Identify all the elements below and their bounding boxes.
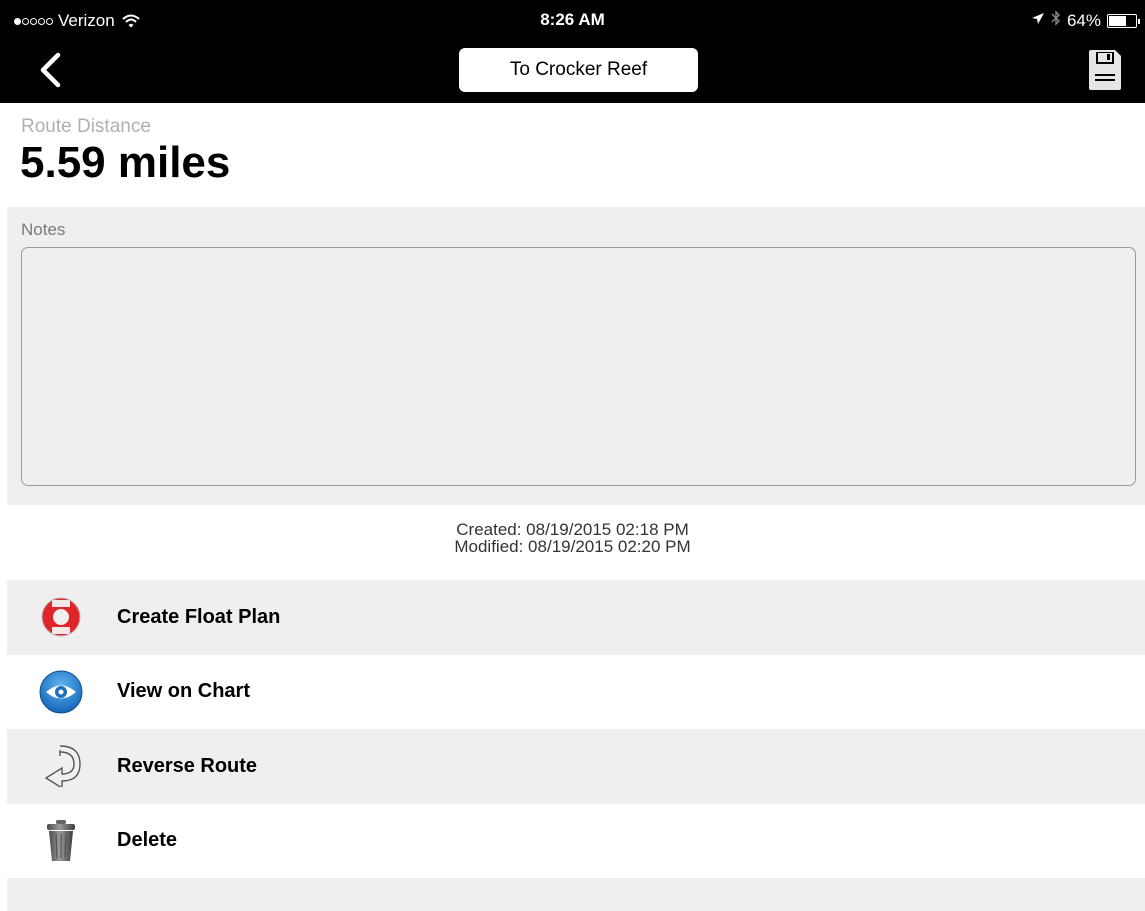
timestamps: Created: 08/19/2015 02:18 PM Modified: 0…	[0, 521, 1145, 555]
status-bar: Verizon 8:26 AM 64%	[0, 0, 1145, 40]
modified-timestamp: Modified: 08/19/2015 02:20 PM	[454, 537, 691, 556]
chevron-left-icon	[40, 52, 61, 88]
status-right: 64%	[1031, 10, 1140, 31]
action-label: View on Chart	[117, 680, 250, 703]
status-time: 8:26 AM	[540, 10, 605, 29]
trash-icon	[33, 818, 89, 864]
nav-bar: To Crocker Reef	[0, 40, 1145, 103]
route-distance-label: Route Distance	[21, 116, 151, 137]
reverse-arrow-icon	[33, 743, 89, 789]
route-distance-value: 5.59 miles	[20, 138, 231, 187]
back-button[interactable]	[30, 50, 70, 90]
action-label: Reverse Route	[117, 754, 258, 777]
bluetooth-icon	[1051, 10, 1061, 31]
route-name-field[interactable]: To Crocker Reef	[459, 48, 698, 92]
created-timestamp: Created: 08/19/2015 02:18 PM	[456, 520, 689, 539]
location-arrow-icon	[1031, 11, 1045, 31]
action-list: Create Float Plan View on Chart Reverse …	[7, 580, 1145, 878]
battery-icon	[1107, 13, 1140, 28]
battery-level	[1109, 15, 1126, 26]
eye-icon	[33, 669, 89, 715]
save-button[interactable]	[1087, 48, 1123, 92]
notes-input[interactable]	[21, 247, 1136, 486]
floppy-disk-icon	[1089, 50, 1121, 90]
create-float-plan-button[interactable]: Create Float Plan	[7, 580, 1145, 655]
life-ring-icon	[33, 594, 89, 640]
reverse-route-button[interactable]: Reverse Route	[7, 729, 1145, 804]
notes-label: Notes	[21, 220, 66, 239]
delete-button[interactable]: Delete	[7, 803, 1145, 878]
notes-section: Notes	[7, 207, 1145, 505]
action-label: Create Float Plan	[117, 605, 281, 628]
view-on-chart-button[interactable]: View on Chart	[7, 654, 1145, 729]
empty-list-row	[7, 878, 1145, 911]
action-label: Delete	[117, 829, 178, 852]
battery-percent: 64%	[1066, 10, 1101, 30]
